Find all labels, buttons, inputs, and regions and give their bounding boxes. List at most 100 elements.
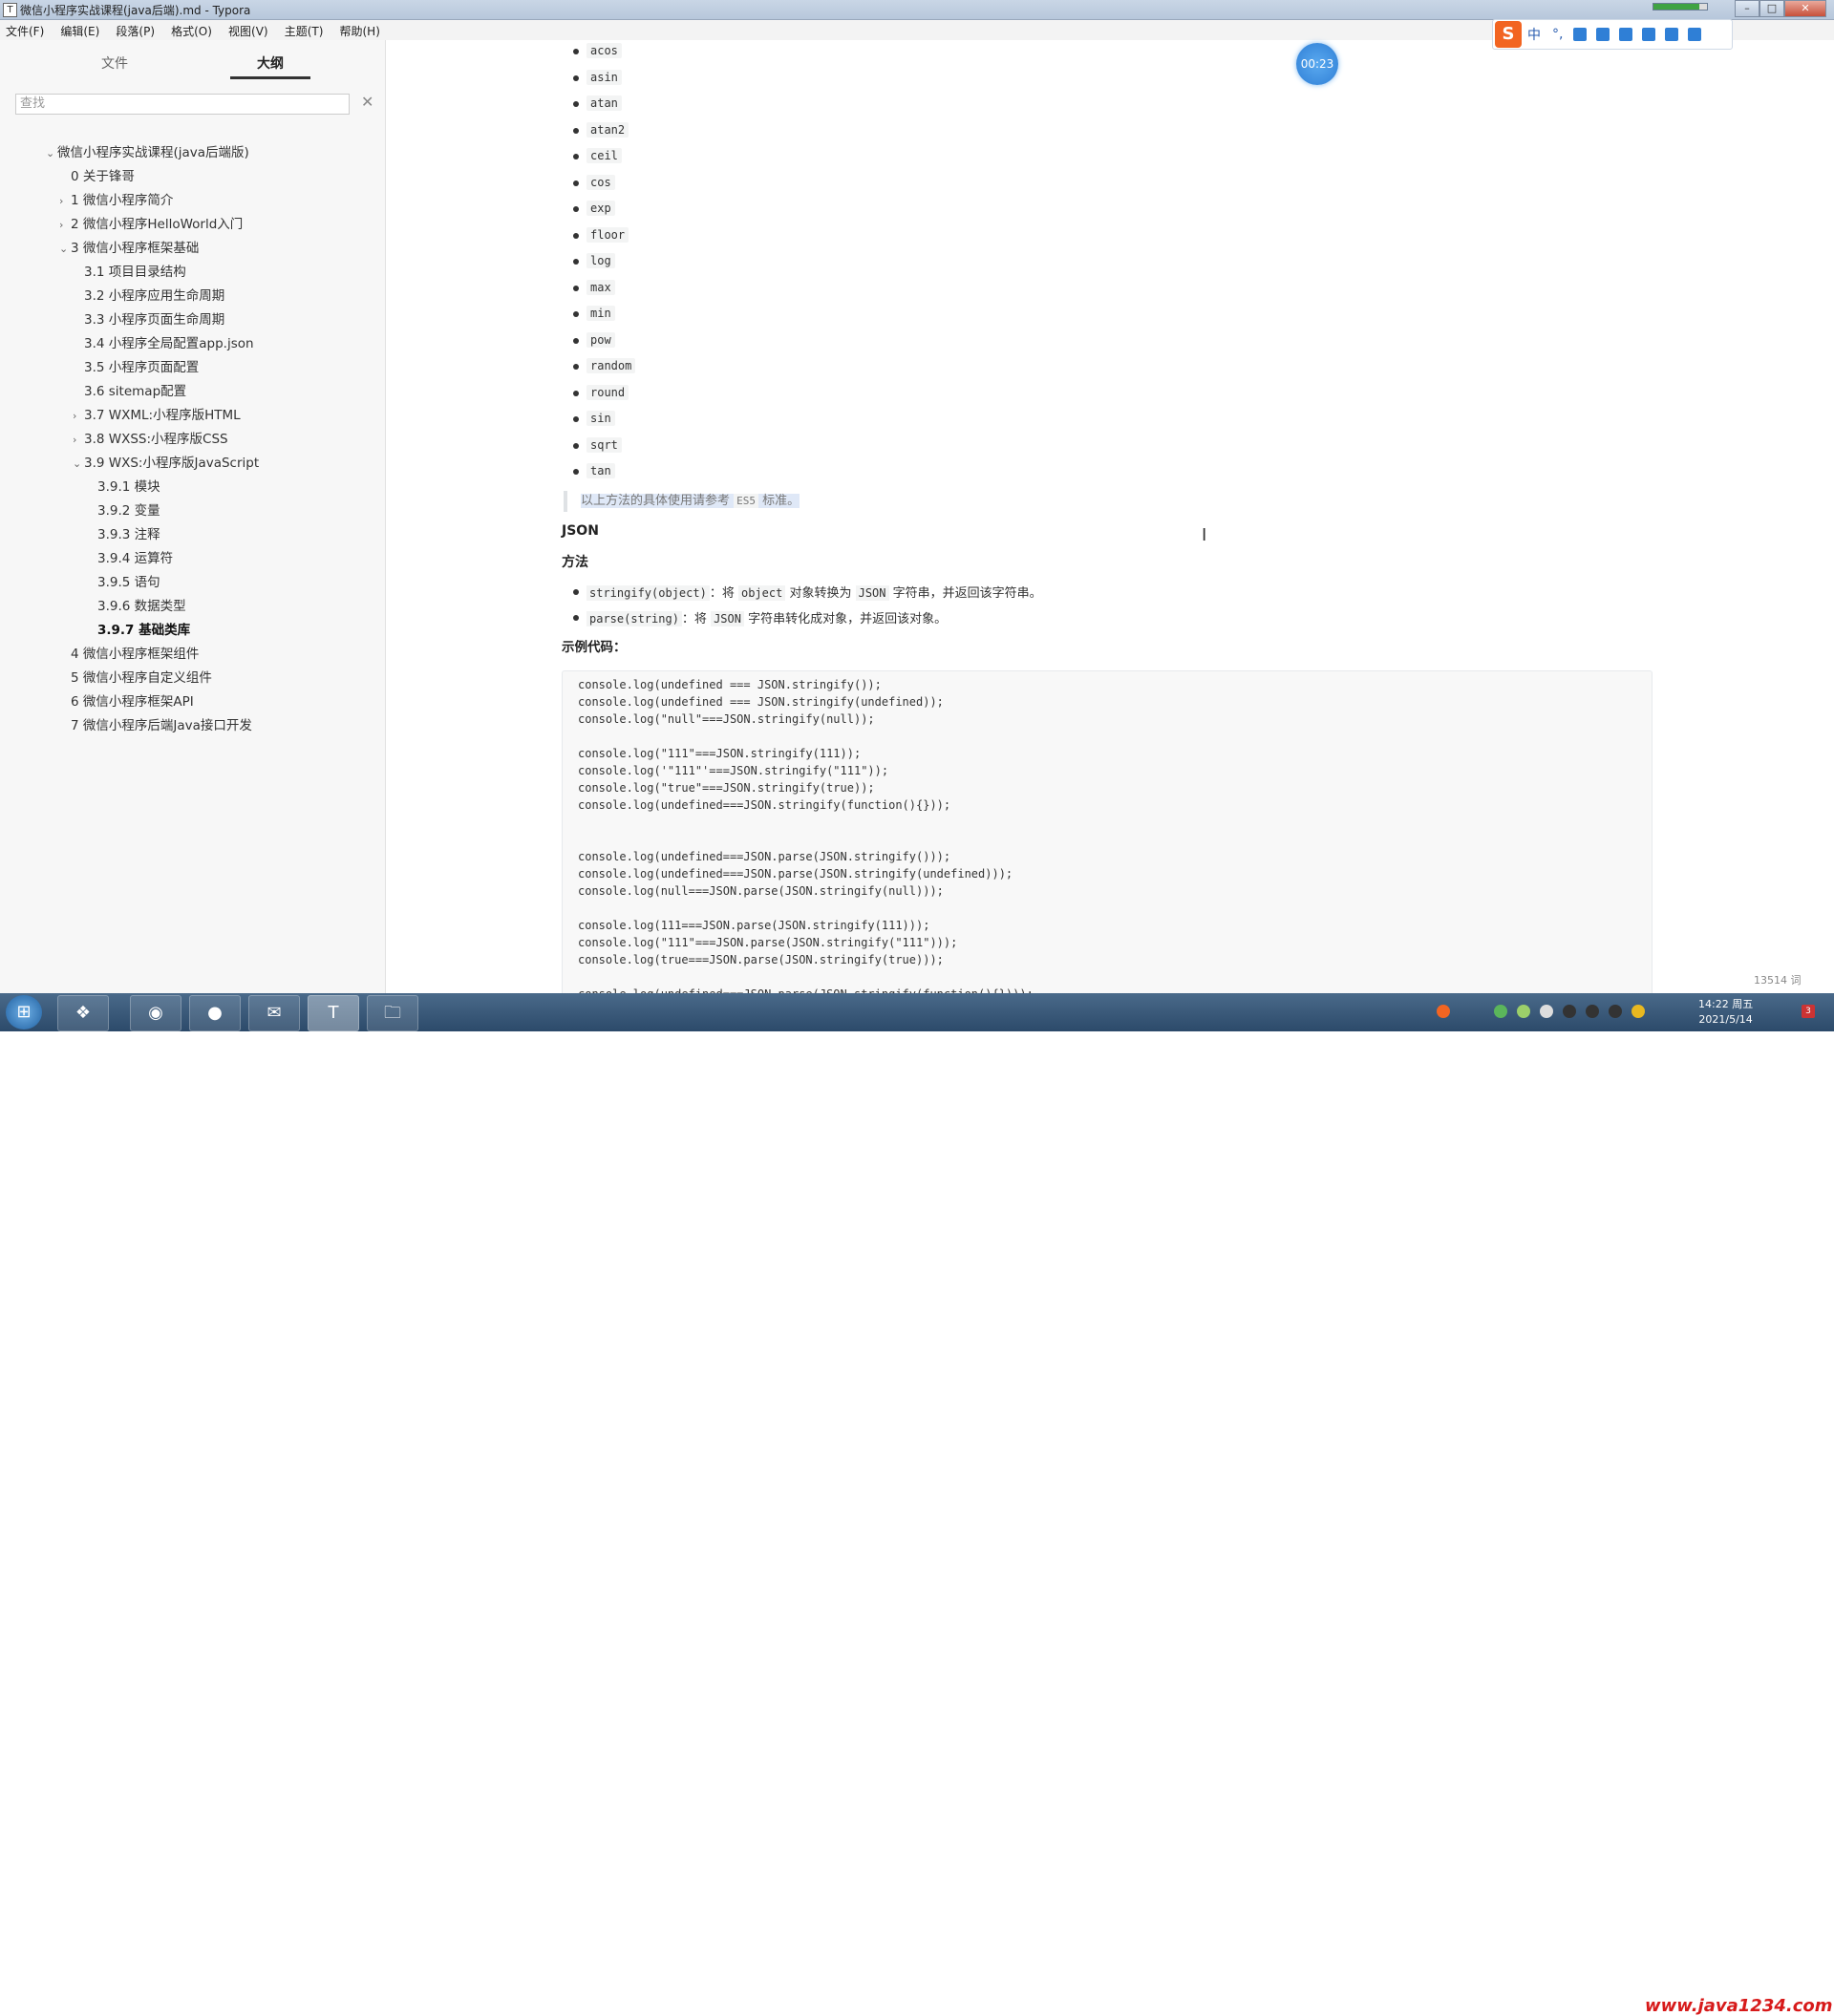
chevron-right-icon[interactable]: ›	[59, 219, 71, 231]
qq-tray-icon[interactable]	[1609, 1005, 1622, 1018]
outline-item-label: 1 微信小程序简介	[71, 193, 174, 208]
menu-file[interactable]: 文件(F)	[0, 20, 50, 39]
maximize-button[interactable]: □	[1759, 0, 1784, 17]
outline-item[interactable]: › 1 微信小程序简介	[59, 189, 173, 208]
outline-search-input[interactable]: 查找	[15, 94, 350, 115]
wechat-tray-icon[interactable]	[1494, 1005, 1507, 1018]
chat-tray-icon[interactable]	[1517, 1005, 1530, 1018]
watermark-text: www.java1234.com	[1645, 1996, 1833, 2016]
taskbar-app-icon[interactable]: ◉	[130, 995, 181, 1031]
menu-help[interactable]: 帮助(H)	[334, 20, 386, 39]
code-line: console.log(undefined===JSON.stringify(f…	[578, 798, 951, 812]
bullet-dot	[573, 416, 579, 422]
outline-item[interactable]: 3.1 项目目录结构	[73, 261, 186, 280]
clear-search-icon[interactable]: ✕	[361, 93, 373, 111]
ime-punct-label[interactable]: °,	[1552, 27, 1563, 42]
outline-item[interactable]: 3.9.7 基础类库	[86, 619, 190, 638]
menu-edit[interactable]: 编辑(E)	[54, 20, 105, 39]
inline-code: acos	[586, 43, 622, 58]
outline-item[interactable]: 6 微信小程序框架API	[59, 690, 194, 710]
outline-item[interactable]: 3.3 小程序页面生命周期	[73, 308, 224, 328]
editor-content[interactable]: acos asin atan atan2 ceil cos exp floor log max mi…	[386, 40, 1834, 993]
close-button[interactable]: ✕	[1784, 0, 1826, 17]
outline-item[interactable]: 3.2 小程序应用生命周期	[73, 285, 224, 304]
outline-item[interactable]: 4 微信小程序框架组件	[59, 643, 199, 662]
code-line: console.log(undefined===JSON.parse(JSON.…	[578, 850, 951, 863]
bullet-dot	[573, 74, 579, 81]
menu-paragraph[interactable]: 段落(P)	[110, 20, 160, 39]
sogou-logo-icon[interactable]: S	[1495, 21, 1522, 48]
chevron-right-icon[interactable]: ›	[73, 410, 84, 422]
recording-timer[interactable]: 00:23	[1296, 43, 1338, 85]
menu-view[interactable]: 视图(V)	[223, 20, 274, 39]
notification-badge[interactable]: 3	[1802, 1005, 1815, 1018]
skin-icon[interactable]	[1665, 28, 1679, 41]
outline-item[interactable]: ⌄ 3.9 WXS:小程序版JavaScript	[73, 452, 259, 471]
outline-item[interactable]: 3.9.3 注释	[86, 523, 160, 542]
outline-item[interactable]: 3.9.1 模块	[86, 476, 160, 495]
outline-item[interactable]: 5 微信小程序自定义组件	[59, 667, 212, 686]
qq-tray-icon[interactable]	[1586, 1005, 1599, 1018]
code-line: console.log(undefined === JSON.stringify…	[578, 678, 882, 691]
outline-item[interactable]: 3.4 小程序全局配置app.json	[73, 332, 254, 351]
qq-tray-icon[interactable]	[1563, 1005, 1576, 1018]
code-block[interactable]: console.log(undefined === JSON.stringify…	[562, 670, 1653, 993]
network-tray-icon[interactable]	[1540, 1005, 1553, 1018]
inline-code: random	[586, 358, 636, 373]
chevron-down-icon[interactable]: ⌄	[46, 147, 57, 159]
code-line: console.log(undefined === JSON.stringify…	[578, 695, 944, 709]
chevron-right-icon[interactable]: ›	[59, 195, 71, 207]
bullet-dot	[573, 259, 579, 265]
outline-item-label: 3.7 WXML:小程序版HTML	[84, 408, 241, 423]
typora-app-icon: T	[3, 3, 17, 17]
chevron-down-icon[interactable]: ⌄	[73, 457, 84, 470]
bullet-dot	[573, 49, 579, 54]
system-clock[interactable]: 14:22 周五 2021/5/14	[1698, 997, 1753, 1028]
chevron-right-icon[interactable]: ›	[73, 434, 84, 446]
inline-code: ceil	[586, 148, 622, 163]
wechat-devtools-icon[interactable]: ✉	[248, 995, 300, 1031]
tab-outline[interactable]: 大纲	[230, 53, 310, 73]
outline-item[interactable]: 3.9.4 运算符	[86, 547, 173, 566]
grid-icon[interactable]	[1688, 28, 1702, 41]
method-text: 对象转换为	[785, 586, 856, 601]
heading-methods: 方法	[562, 555, 588, 570]
outline-item[interactable]: ⌄ 3 微信小程序框架基础	[59, 237, 199, 256]
quote-text-post: 标准。	[758, 494, 800, 508]
outline-item[interactable]: 3.5 小程序页面配置	[73, 356, 199, 375]
chrome-icon[interactable]: ●	[189, 995, 241, 1031]
ime-mode-label[interactable]: 中	[1527, 25, 1541, 44]
bullet-dot	[573, 589, 579, 595]
outline-item[interactable]: 7 微信小程序后端Java接口开发	[59, 714, 252, 733]
typora-taskbar-icon[interactable]: T	[308, 995, 359, 1031]
outline-item-label: 3.8 WXSS:小程序版CSS	[84, 432, 228, 447]
minimize-button[interactable]: –	[1735, 0, 1759, 17]
user-icon[interactable]	[1642, 28, 1656, 41]
emoji-icon[interactable]	[1573, 28, 1588, 41]
outline-item[interactable]: 3.9.6 数据类型	[86, 595, 186, 614]
menu-format[interactable]: 格式(O)	[165, 20, 218, 39]
word-count[interactable]: 13514 词	[1754, 972, 1802, 987]
outline-item[interactable]: 0 关于锋哥	[59, 165, 135, 184]
sogou-tray-icon[interactable]	[1437, 1005, 1450, 1018]
taskbar-app-icon[interactable]: ❖	[57, 995, 109, 1031]
outline-item[interactable]: 3.6 sitemap配置	[73, 380, 186, 399]
tab-files[interactable]: 文件	[75, 53, 155, 73]
outline-item[interactable]: 3.9.5 语句	[86, 571, 160, 590]
quote-text-pre: 以上方法的具体使用请参考	[581, 494, 735, 508]
outline-item-label: 3 微信小程序框架基础	[71, 241, 200, 256]
outline-item[interactable]: ⌄ 微信小程序实战课程(java后端版)	[46, 141, 249, 160]
microphone-icon[interactable]	[1596, 28, 1610, 41]
start-button[interactable]: ⊞	[6, 995, 42, 1029]
bullet-dot	[573, 154, 579, 159]
explorer-icon[interactable]: 🗀	[367, 995, 418, 1031]
outline-item[interactable]: › 3.7 WXML:小程序版HTML	[73, 404, 241, 423]
outline-item[interactable]: › 3.8 WXSS:小程序版CSS	[73, 428, 228, 447]
outline-item-label: 3.9.4 运算符	[97, 551, 174, 566]
outline-item[interactable]: › 2 微信小程序HelloWorld入门	[59, 213, 243, 232]
outline-item[interactable]: 3.9.2 变量	[86, 499, 160, 519]
chevron-down-icon[interactable]: ⌄	[59, 243, 71, 255]
star-tray-icon[interactable]	[1631, 1005, 1645, 1018]
menu-theme[interactable]: 主题(T)	[279, 20, 330, 39]
keyboard-icon[interactable]	[1619, 28, 1633, 41]
